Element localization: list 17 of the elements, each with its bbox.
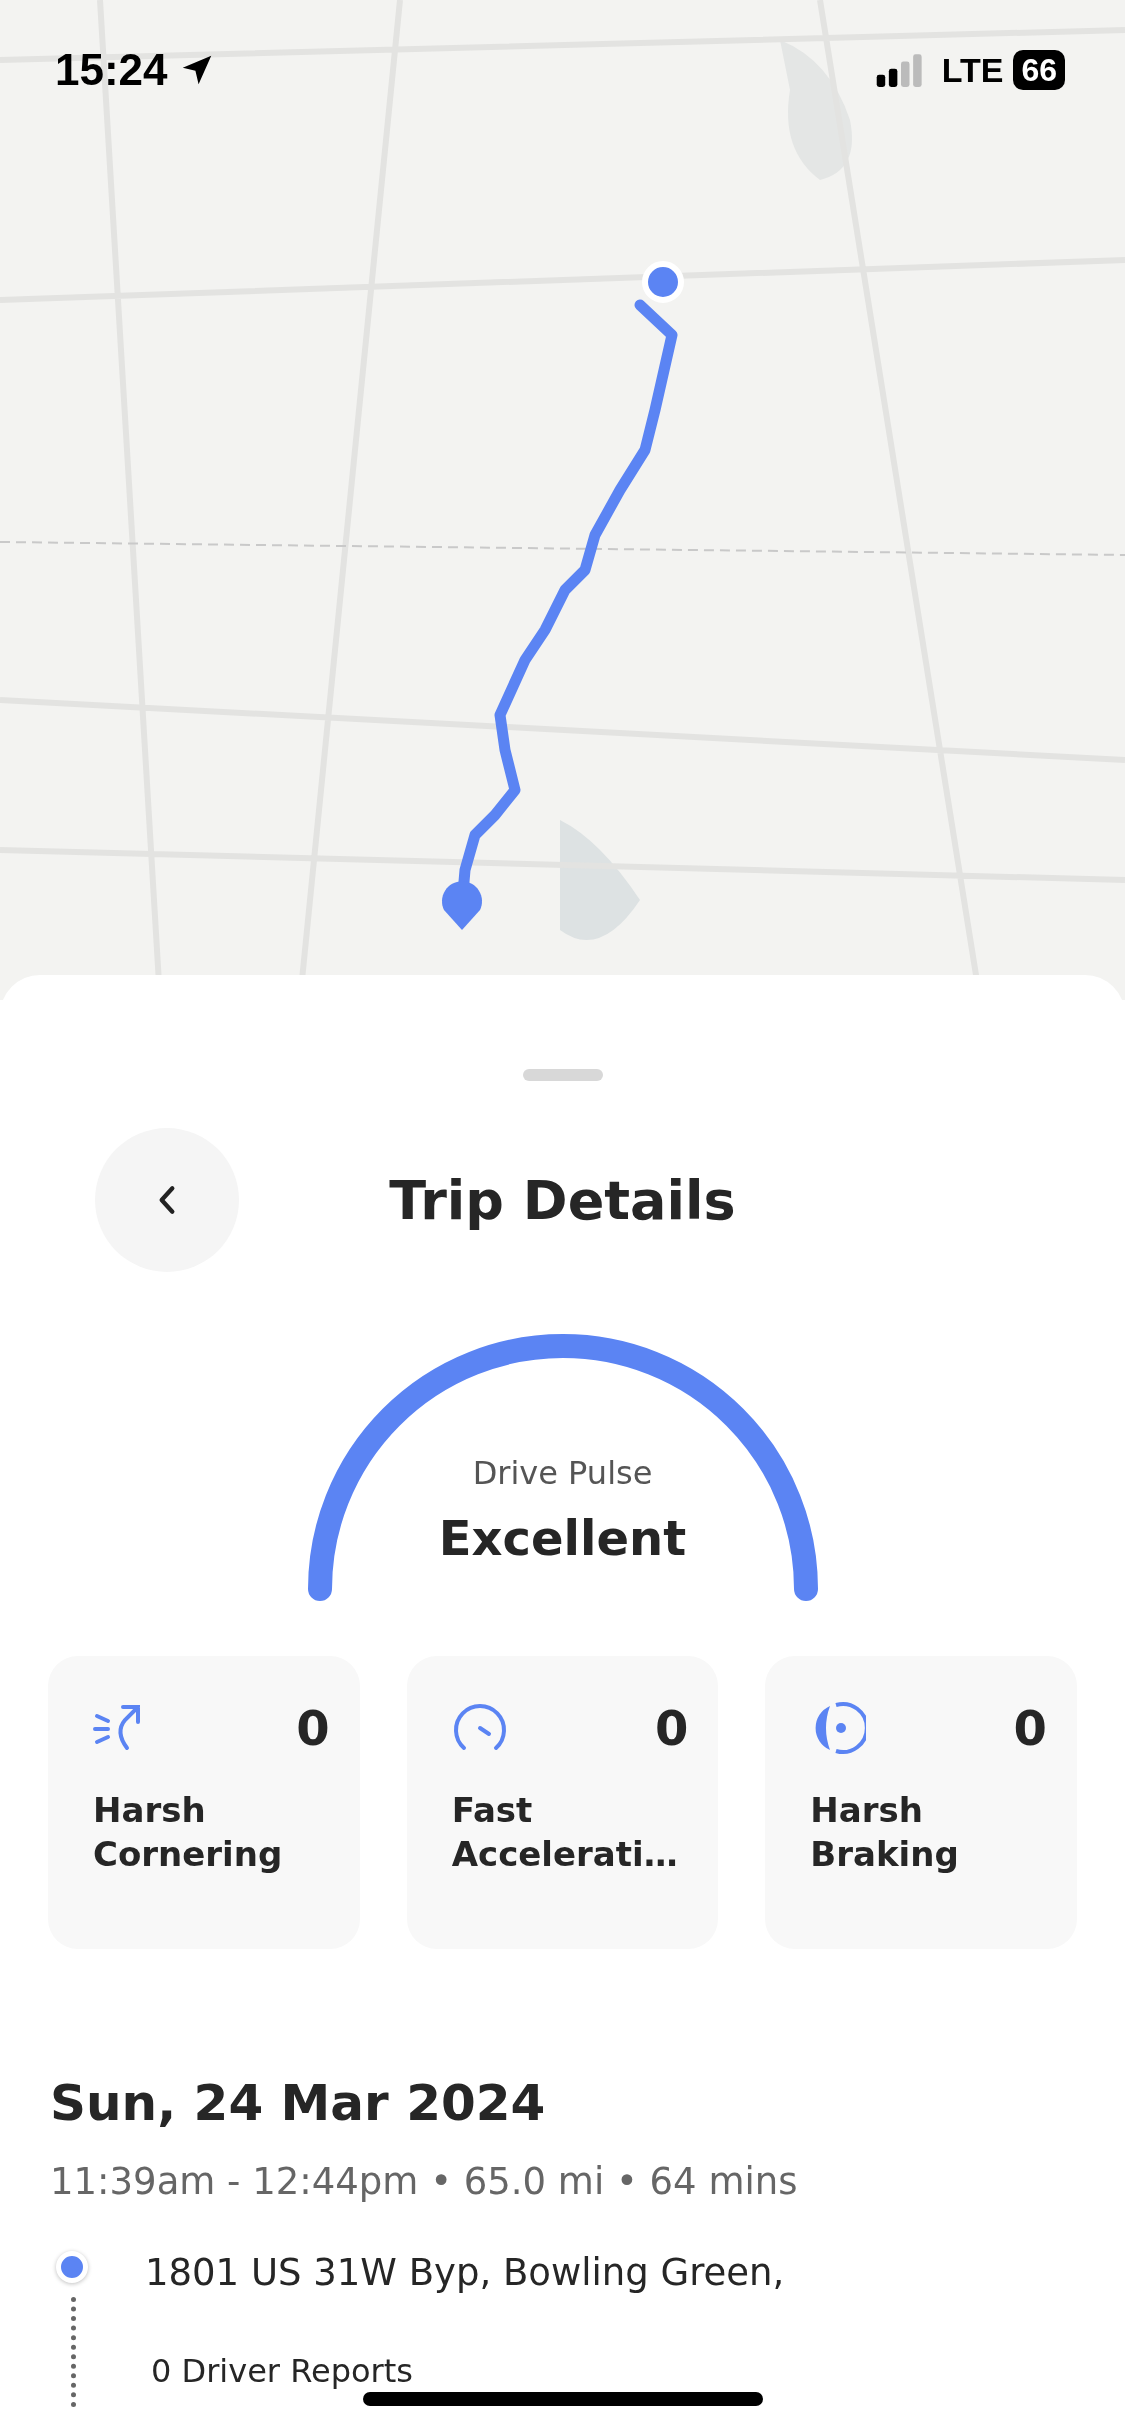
trip-summary: 11:39am - 12:44pm • 65.0 mi • 64 mins	[50, 2160, 799, 2203]
stat-count: 0	[1013, 1700, 1047, 1756]
stat-count: 0	[654, 1700, 689, 1756]
stat-label: Harsh Braking	[810, 1789, 960, 1877]
sheet-title: Trip Details	[389, 1168, 736, 1232]
gauge-rating: Excellent	[438, 1510, 687, 1566]
start-address: 1801 US 31W Byp, Bowling Green,	[145, 2251, 785, 2294]
gauge-label: Drive Pulse	[472, 1454, 653, 1492]
trip-date: Sun, 24 Mar 2024	[50, 2074, 547, 2132]
status-time: 15:24	[55, 45, 168, 95]
stat-label: Fast Accelerati…	[451, 1789, 679, 1877]
stat-count: 0	[296, 1700, 330, 1756]
drag-handle[interactable]	[522, 1069, 603, 1081]
network-label: LTE	[941, 50, 1004, 90]
driver-reports: 0 Driver Reports	[151, 2352, 414, 2390]
stat-label: Harsh Cornering	[93, 1789, 284, 1877]
battery-indicator: 66	[1013, 50, 1065, 90]
